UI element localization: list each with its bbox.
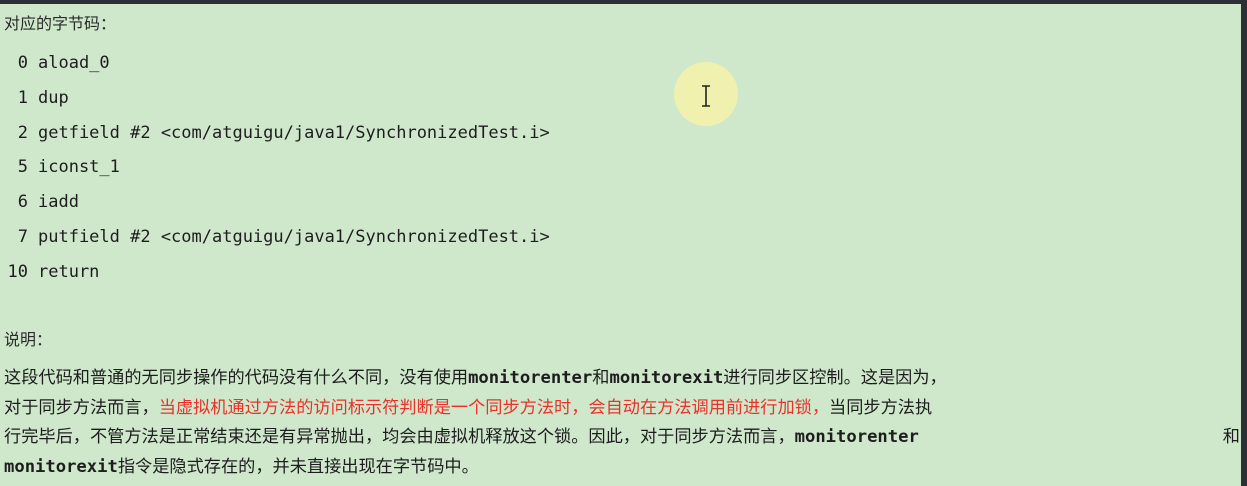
bytecode-line: 10 return	[4, 255, 550, 290]
highlighted-text: 当虚拟机通过方法的访问标示符判断是一个同步方法时，会自动在方法调用前进行加锁，	[158, 397, 830, 418]
explanation-line: 行完毕后，不管方法是正常结束还是有异常抛出，均会由虚拟机释放这个锁。因此，对于同…	[4, 423, 1240, 453]
bytecode-line: 1 dup	[4, 81, 550, 116]
text-run: 当同步方法执	[829, 397, 933, 418]
explanation-line: 这段代码和普通的无同步操作的代码没有什么不同，没有使用monitorenter和…	[4, 364, 1240, 394]
text-run: 指令是隐式存在的，并未直接出现在字节码中。	[117, 456, 479, 477]
code-keyword: monitorenter	[468, 368, 593, 388]
code-keyword: monitorenter	[794, 427, 919, 447]
bytecode-offset: 0	[17, 53, 28, 73]
text-cursor-icon	[702, 85, 710, 107]
bytecode-offset: 6	[17, 192, 28, 213]
bytecode-offset: 1	[17, 87, 28, 108]
window-right-edge	[1241, 0, 1247, 486]
bytecode-instruction: dup	[38, 87, 69, 108]
code-keyword: monitorexit	[609, 368, 724, 388]
bytecode-heading: 对应的字节码：	[4, 14, 117, 33]
explanation-line: monitorexit指令是隐式存在的，并未直接出现在字节码中。	[4, 453, 1240, 483]
bytecode-offset: 10	[7, 261, 28, 282]
text-run: 这段代码和普通的无同步操作的代码没有什么不同，没有使用	[4, 368, 469, 388]
bytecode-instruction: iconst_1	[38, 157, 120, 178]
explanation-heading: 说明：	[4, 330, 53, 349]
text-run: 和	[1222, 427, 1240, 447]
bytecode-offset: 7	[17, 226, 28, 247]
text-run: 和	[592, 368, 610, 388]
bytecode-line: 5 iconst_1	[4, 150, 550, 185]
text-run: 对于同步方法而言，	[4, 397, 159, 418]
bytecode-instruction: aload_0	[38, 53, 110, 73]
bytecode-instruction: iadd	[38, 192, 79, 213]
bytecode-instruction: putfield #2 <com/atguigu/java1/Synchroni…	[38, 226, 550, 247]
bytecode-line: 7 putfield #2 <com/atguigu/java1/Synchron…	[4, 220, 550, 255]
bytecode-offset: 2	[17, 122, 28, 143]
document-page: 对应的字节码： 0 aload_0 1 dup 2 getfield #2 <com/…	[0, 4, 1241, 486]
explanation-paragraph: 这段代码和普通的无同步操作的代码没有什么不同，没有使用monitorenter和…	[4, 364, 1240, 482]
bytecode-line: 2 getfield #2 <com/atguigu/java1/Synchron…	[4, 116, 550, 151]
bytecode-instruction: return	[38, 261, 100, 282]
text-run: 行完毕后，不管方法是正常结束还是有异常抛出，均会由虚拟机释放这个锁。因此，对于同…	[4, 427, 795, 447]
bytecode-listing: 0 aload_0 1 dup 2 getfield #2 <com/atguigu/…	[4, 46, 550, 290]
bytecode-line: 0 aload_0	[4, 46, 550, 81]
explanation-line: 对于同步方法而言，当虚拟机通过方法的访问标示符判断是一个同步方法时，会自动在方法…	[4, 394, 1240, 424]
text-run: 进行同步区控制。这是因为，	[723, 368, 947, 388]
bytecode-line: 6 iadd	[4, 185, 550, 220]
bytecode-offset: 5	[17, 157, 28, 178]
bytecode-instruction: getfield #2 <com/atguigu/java1/Synchroni…	[38, 122, 550, 143]
code-keyword: monitorexit	[4, 456, 118, 477]
